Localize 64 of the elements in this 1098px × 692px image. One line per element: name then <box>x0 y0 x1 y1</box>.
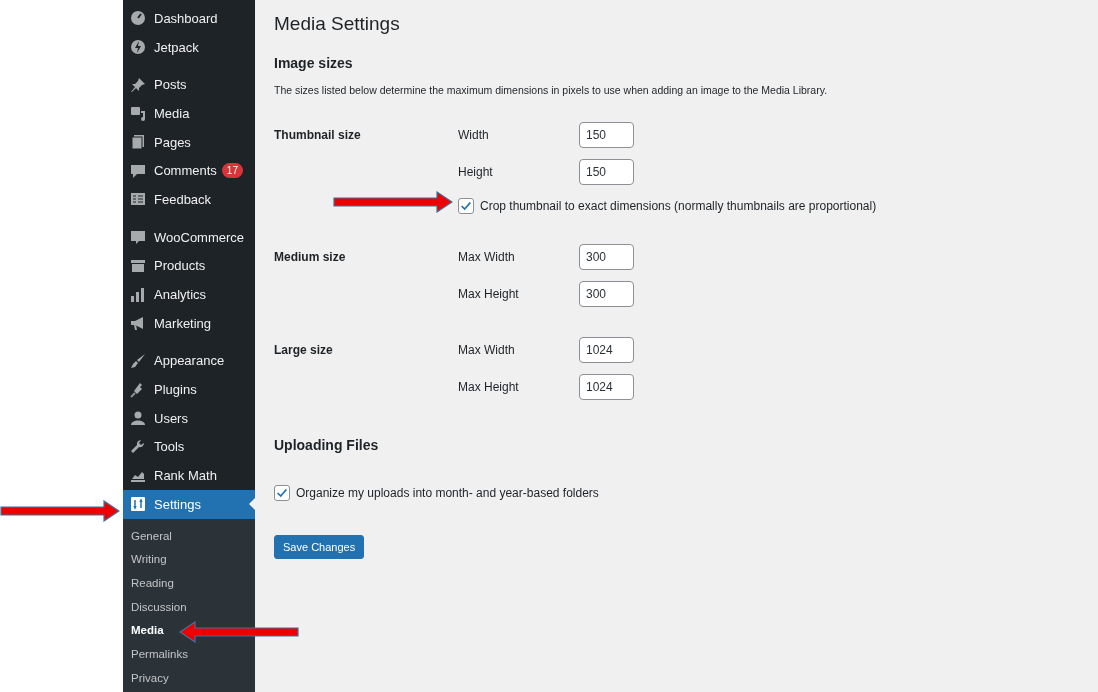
speech-bubble-icon <box>130 162 146 179</box>
sidebar-menu-item[interactable]: Analytics <box>123 280 255 309</box>
number-input[interactable]: 1024 <box>579 374 634 400</box>
submenu-item[interactable]: Privacy <box>131 666 169 691</box>
sidebar-menu-item[interactable]: WooCommerce <box>123 222 255 252</box>
checkbox[interactable] <box>274 485 290 501</box>
field-label: Width <box>458 128 490 142</box>
section-heading: Uploading Files <box>274 436 380 454</box>
sidebar-menu-item[interactable]: Products <box>123 251 255 281</box>
submenu-item[interactable]: Writing <box>131 548 167 573</box>
number-input[interactable]: 1024 <box>579 337 634 363</box>
save-changes-button[interactable]: Save Changes <box>274 535 365 559</box>
number-input[interactable]: 150 <box>579 159 634 185</box>
sidebar-menu-item[interactable]: Dashboard <box>123 4 255 33</box>
sliders-icon <box>130 496 146 513</box>
field-label: Height <box>458 165 494 179</box>
chat-bubble-icon <box>130 229 146 246</box>
submenu-item[interactable]: Permalinks <box>131 643 188 667</box>
field-label: Max Height <box>458 380 520 394</box>
pin-icon <box>130 76 146 93</box>
sidebar-menu-item[interactable]: Marketing <box>123 308 255 338</box>
form-icon <box>130 191 146 208</box>
number-input[interactable]: 300 <box>579 281 634 307</box>
checkbox[interactable] <box>458 198 474 214</box>
number-input[interactable]: 300 <box>579 244 634 270</box>
checkbox-label: Crop thumbnail to exact dimensions (normally thumbnails are proportional) <box>480 199 877 213</box>
sidebar-menu-item[interactable]: Users <box>123 403 255 433</box>
sidebar-menu-item[interactable]: Pages <box>123 127 255 157</box>
section-description: The sizes listed below determine the maximum dimensions in pixels to use when adding an image to the Media Library. <box>274 83 829 97</box>
gauge-icon <box>130 10 146 27</box>
submenu-item[interactable]: Media <box>131 619 164 644</box>
sidebar-menu-item[interactable]: Media <box>123 99 255 128</box>
field-label: Max Width <box>458 250 516 264</box>
megaphone-icon <box>130 315 146 332</box>
photo-music-icon <box>130 105 146 122</box>
field-label: Max Width <box>458 343 516 357</box>
sidebar-menu-item[interactable]: Appearance <box>123 346 255 376</box>
field-label: Max Height <box>458 287 520 301</box>
size-label: Medium size <box>274 249 347 266</box>
number-input[interactable]: 150 <box>579 122 634 148</box>
sidebar-menu-item[interactable]: Jetpack <box>123 32 255 62</box>
person-icon <box>130 410 146 427</box>
sidebar-menu-item[interactable]: Rank Math <box>123 461 255 490</box>
submenu-item[interactable]: Reading <box>131 572 174 596</box>
size-label: Thumbnail size <box>274 127 362 144</box>
sidebar-menu-item[interactable]: Tools <box>123 432 255 462</box>
pages-icon <box>130 134 146 151</box>
sidebar-menu-item[interactable]: Settings <box>123 490 255 519</box>
sidebar-menu-item[interactable]: Plugins <box>123 375 255 404</box>
submenu-item[interactable]: Discussion <box>131 595 187 620</box>
sidebar-menu-item[interactable]: Feedback <box>123 185 255 214</box>
paintbrush-icon <box>130 352 146 369</box>
section-heading: Image sizes <box>274 54 354 72</box>
submenu-item[interactable]: General <box>131 524 172 549</box>
size-label: Large size <box>274 342 334 359</box>
lightning-icon <box>130 39 146 56</box>
wrench-icon <box>130 438 146 455</box>
bar-chart-icon <box>130 286 146 303</box>
checkbox-label: Organize my uploads into month- and year-based folders <box>296 486 599 500</box>
comment-count-badge: 17 <box>221 163 243 179</box>
page-title: Media Settings <box>274 12 401 36</box>
sidebar-menu-item[interactable]: Comments 17 <box>123 156 255 186</box>
archive-box-icon <box>130 257 146 274</box>
sidebar-menu-item[interactable]: Posts <box>123 70 255 100</box>
